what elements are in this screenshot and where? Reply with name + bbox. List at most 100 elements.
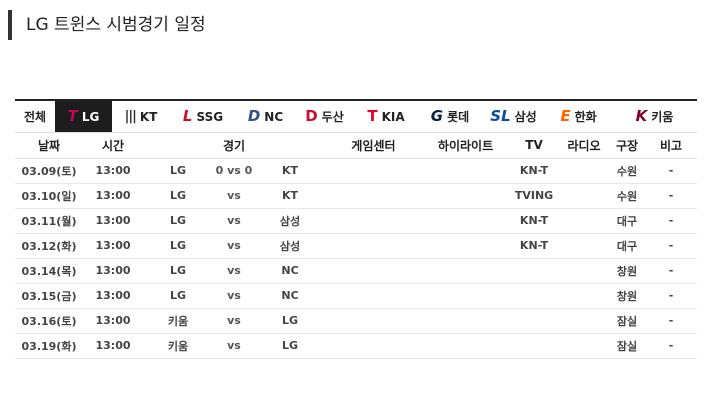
table-row: 03.12(화) 13:00 LG vs 삼성 KN-T 대구 - xyxy=(15,233,698,259)
cell-time: 13:00 xyxy=(83,308,143,334)
cell-date: 03.10(일) xyxy=(15,183,83,209)
cell-tv xyxy=(509,333,560,359)
cell-note: - xyxy=(645,283,698,309)
cell-date: 03.19(화) xyxy=(15,333,83,359)
tab-kia[interactable]: T KIA xyxy=(354,101,418,132)
kia-logo-icon: T xyxy=(367,107,378,125)
kt-logo-icon: ||| xyxy=(124,109,137,124)
tab-nc[interactable]: D NC xyxy=(236,101,295,132)
cell-date: 03.15(금) xyxy=(15,283,83,309)
cell-time: 13:00 xyxy=(83,258,143,284)
header-tv: TV xyxy=(509,133,560,159)
cell-tv: KN-T xyxy=(509,233,560,259)
cell-highlight xyxy=(422,283,510,309)
page-title: LG 트윈스 시범경기 일정 xyxy=(8,10,206,40)
cell-highlight xyxy=(422,233,510,259)
tab-label: 삼성 xyxy=(514,110,537,124)
cell-home-team: KT xyxy=(255,183,326,209)
cell-home-team: LG xyxy=(255,308,326,334)
table-row: 03.14(목) 13:00 LG vs NC 창원 - xyxy=(15,258,698,284)
tab-hanwha[interactable]: E 한화 xyxy=(545,101,612,132)
tab-label: NC xyxy=(264,109,284,124)
tab-label: 키움 xyxy=(651,110,674,124)
cell-tv: TVING xyxy=(509,183,560,209)
cell-radio xyxy=(559,208,610,234)
tab-doosan[interactable]: D 두산 xyxy=(295,101,354,132)
tab-all[interactable]: 전체 xyxy=(15,101,55,132)
cell-game-center xyxy=(325,308,423,334)
cell-game-center xyxy=(325,333,423,359)
cell-tv xyxy=(509,258,560,284)
cell-radio xyxy=(559,283,610,309)
cell-home-team: 삼성 xyxy=(255,233,326,259)
cell-stadium: 수원 xyxy=(609,183,646,209)
cell-highlight xyxy=(422,308,510,334)
tab-label: SSG xyxy=(196,109,224,124)
cell-note: - xyxy=(645,158,698,184)
cell-radio xyxy=(559,158,610,184)
tab-kt[interactable]: ||| KT xyxy=(112,101,170,132)
cell-game-center xyxy=(325,208,423,234)
cell-game-center xyxy=(325,258,423,284)
tab-ssg[interactable]: L SSG xyxy=(170,101,236,132)
table-row: 03.11(월) 13:00 LG vs 삼성 KN-T 대구 - xyxy=(15,208,698,234)
cell-time: 13:00 xyxy=(83,208,143,234)
tab-label: KT xyxy=(139,109,158,124)
cell-time: 13:00 xyxy=(83,283,143,309)
table-row: 03.15(금) 13:00 LG vs NC 창원 - xyxy=(15,283,698,309)
tab-lg[interactable]: T LG xyxy=(55,101,112,132)
cell-away-team: LG xyxy=(143,158,213,184)
cell-score: 0 vs 0 xyxy=(213,158,255,184)
cell-note: - xyxy=(645,208,698,234)
tab-samsung[interactable]: SL 삼성 xyxy=(482,101,545,132)
tab-label: 전체 xyxy=(23,110,47,124)
cell-away-team: LG xyxy=(143,233,213,259)
cell-stadium: 대구 xyxy=(609,233,646,259)
cell-game-center xyxy=(325,158,423,184)
cell-highlight xyxy=(422,333,510,359)
ssg-logo-icon: L xyxy=(182,107,193,125)
schedule-panel: 전체 T LG ||| KT L SSG D NC D 두산 T KIA G 롯… xyxy=(15,99,698,359)
cell-highlight xyxy=(422,158,510,184)
cell-radio xyxy=(559,233,610,259)
hanwha-logo-icon: E xyxy=(560,107,571,125)
cell-stadium: 대구 xyxy=(609,208,646,234)
cell-note: - xyxy=(645,183,698,209)
cell-radio xyxy=(559,183,610,209)
cell-score: vs xyxy=(213,208,255,234)
cell-highlight xyxy=(422,258,510,284)
samsung-logo-icon: SL xyxy=(490,107,511,125)
tab-label: 두산 xyxy=(321,110,344,124)
cell-game-center xyxy=(325,233,423,259)
cell-date: 03.16(토) xyxy=(15,308,83,334)
cell-score: vs xyxy=(213,258,255,284)
cell-radio xyxy=(559,333,610,359)
cell-tv: KN-T xyxy=(509,158,560,184)
cell-stadium: 창원 xyxy=(609,258,646,284)
cell-game-center xyxy=(325,283,423,309)
header-radio: 라디오 xyxy=(559,133,610,159)
header-note: 비고 xyxy=(645,133,698,159)
tab-kiwoom[interactable]: K 키움 xyxy=(612,101,697,132)
cell-score: vs xyxy=(213,333,255,359)
header-time: 시간 xyxy=(83,133,143,159)
team-tabs: 전체 T LG ||| KT L SSG D NC D 두산 T KIA G 롯… xyxy=(15,99,697,133)
cell-date: 03.09(토) xyxy=(15,158,83,184)
table-row: 03.16(토) 13:00 키움 vs LG 잠실 - xyxy=(15,308,698,334)
tab-lotte[interactable]: G 롯데 xyxy=(418,101,482,132)
table-row: 03.19(화) 13:00 키움 vs LG 잠실 - xyxy=(15,333,698,359)
nc-logo-icon: D xyxy=(247,107,261,125)
cell-date: 03.14(목) xyxy=(15,258,83,284)
cell-radio xyxy=(559,308,610,334)
cell-radio xyxy=(559,258,610,284)
tab-label: KIA xyxy=(381,109,405,124)
cell-away-team: LG xyxy=(143,208,213,234)
cell-home-team: NC xyxy=(255,283,326,309)
cell-score: vs xyxy=(213,283,255,309)
header-game-center: 게임센터 xyxy=(325,133,423,159)
lg-logo-icon: T xyxy=(67,107,78,125)
cell-away-team: LG xyxy=(143,258,213,284)
cell-note: - xyxy=(645,258,698,284)
cell-highlight xyxy=(422,208,510,234)
cell-tv: KN-T xyxy=(509,208,560,234)
